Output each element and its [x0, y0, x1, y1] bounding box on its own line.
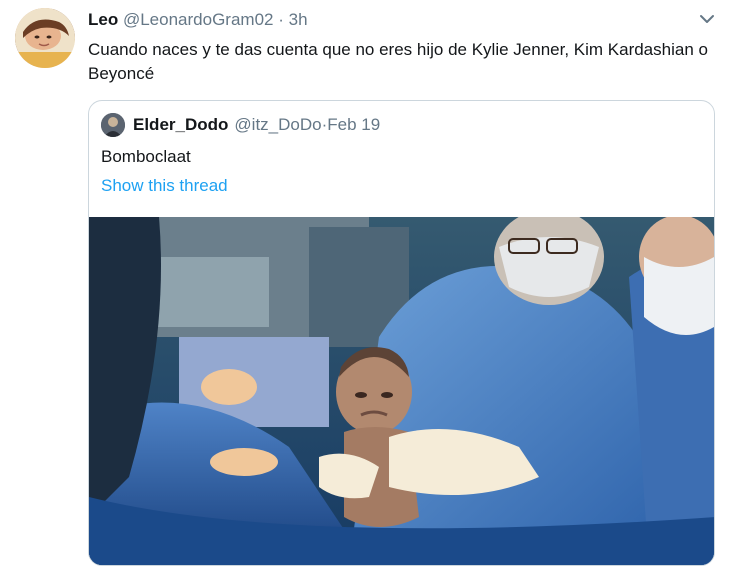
quoted-author-handle[interactable]: @itz_DoDo	[234, 115, 321, 135]
newborn-photo[interactable]	[89, 217, 714, 565]
quoted-avatar[interactable]	[101, 113, 125, 137]
quoted-date[interactable]: Feb 19	[327, 115, 380, 135]
quoted-author-name[interactable]: Elder_Dodo	[133, 115, 228, 135]
separator: ·	[278, 10, 284, 29]
timestamp[interactable]: 3h	[289, 10, 308, 29]
quoted-tweet[interactable]: Elder_Dodo @itz_DoDo · Feb 19 Bomboclaat…	[88, 100, 715, 566]
author-name[interactable]: Leo	[88, 10, 118, 29]
quoted-tweet-header: Elder_Dodo @itz_DoDo · Feb 19	[101, 113, 380, 137]
tweet-text: Cuando naces y te das cuenta que no eres…	[88, 40, 708, 83]
author-handle[interactable]: @LeonardoGram02	[123, 10, 274, 29]
tweet[interactable]: Leo @LeonardoGram02 · 3h Cuando naces y …	[0, 0, 730, 580]
show-thread-link[interactable]: Show this thread	[101, 176, 228, 196]
chevron-down-icon[interactable]	[698, 10, 716, 28]
avatar[interactable]	[15, 8, 75, 68]
tweet-header: Leo @LeonardoGram02 · 3h	[88, 10, 308, 30]
quoted-tweet-text: Bomboclaat	[101, 147, 191, 166]
